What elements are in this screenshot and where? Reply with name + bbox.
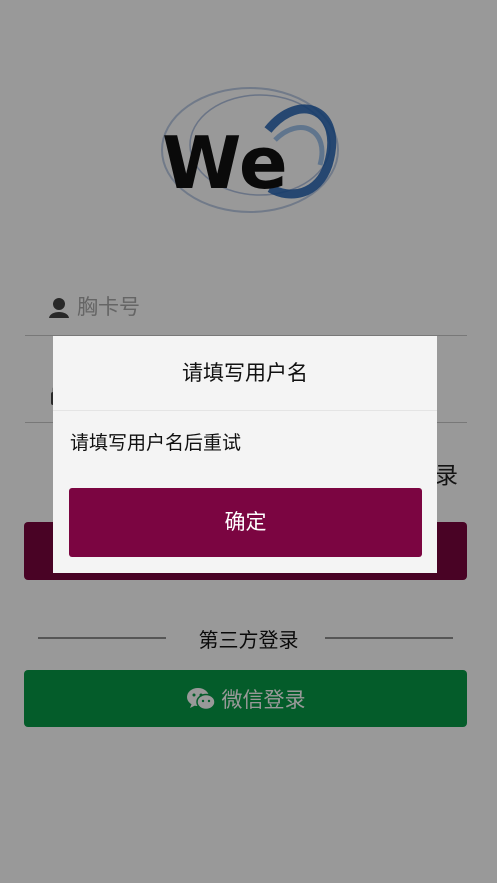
alert-dialog: 请填写用户名 请填写用户名后重试 确定	[53, 336, 437, 573]
dialog-confirm-button[interactable]: 确定	[69, 488, 422, 557]
dialog-title: 请填写用户名	[53, 336, 437, 411]
dialog-message: 请填写用户名后重试	[70, 432, 242, 454]
login-screen: We 胸卡号 密码 自动登录 第三方登录	[0, 0, 497, 883]
